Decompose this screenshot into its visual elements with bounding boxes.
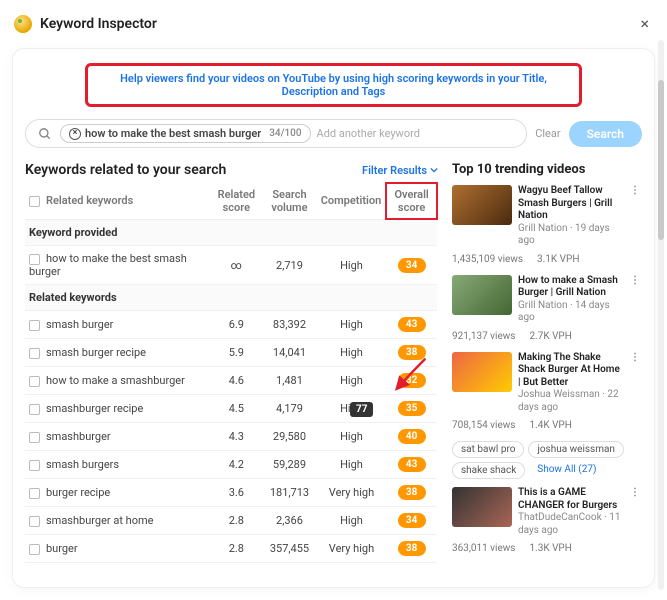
suggestion-tag[interactable]: sat bawl pro (452, 441, 524, 458)
info-banner: Help viewers find your videos on YouTube… (85, 63, 582, 107)
row-checkbox[interactable] (29, 254, 40, 265)
overall-score-pill: 43 (398, 317, 426, 332)
video-title: Wagyu Beef Tallow Smash Burgers | Grill … (518, 185, 622, 223)
row-checkbox[interactable] (29, 488, 40, 499)
annotation-arrow (387, 357, 427, 397)
results-title: Keywords related to your search (25, 162, 226, 178)
row-checkbox[interactable] (29, 320, 40, 331)
video-thumbnail[interactable] (452, 275, 512, 315)
keywords-table: Related keywords Related score Search vo… (25, 182, 438, 563)
keyword-text: smash burgers (46, 458, 119, 471)
video-menu-icon[interactable]: ⋮ (628, 275, 642, 325)
search-placeholder[interactable]: Add another keyword (317, 127, 517, 140)
keyword-text: burger recipe (46, 486, 110, 499)
trending-title: Top 10 trending videos (452, 162, 642, 177)
table-row[interactable]: smashburger recipe4.54,179High35 (25, 395, 437, 423)
trending-video[interactable]: Wagyu Beef Tallow Smash Burgers | Grill … (452, 185, 642, 248)
trending-video[interactable]: Making The Shake Shack Burger At Home | … (452, 352, 642, 415)
suggestion-tag[interactable]: joshua weissman (528, 441, 624, 458)
row-checkbox[interactable] (29, 404, 40, 415)
video-stats: 363,011 views1.3K VPH (452, 543, 642, 554)
video-thumbnail[interactable] (452, 352, 512, 392)
video-menu-icon[interactable]: ⋮ (628, 352, 642, 415)
chip-remove-icon[interactable]: × (69, 128, 81, 140)
close-button[interactable]: × (636, 10, 653, 37)
overall-score-pill: 35 (398, 401, 426, 416)
keyword-text: how to make a smashburger (46, 374, 185, 387)
row-checkbox[interactable] (29, 460, 40, 471)
keyword-text: smashburger (46, 430, 111, 443)
table-row[interactable]: burger recipe3.6181,713Very high38 (25, 479, 437, 507)
overall-score-pill: 40 (398, 429, 426, 444)
row-checkbox[interactable] (29, 544, 40, 555)
video-channel: Joshua Weissman · 22 days ago (518, 389, 622, 414)
video-thumbnail[interactable] (452, 185, 512, 225)
table-row[interactable]: smash burgers4.259,289High43 (25, 451, 437, 479)
score-tooltip: 77 (350, 402, 373, 417)
keyword-text: how to make the best smash burger (29, 252, 187, 278)
overall-score-pill: 34 (398, 258, 426, 273)
subheader-related: Related keywords (25, 285, 437, 311)
table-row[interactable]: smash burger6.983,392High43 (25, 311, 437, 339)
video-title: Making The Shake Shack Burger At Home | … (518, 352, 622, 390)
video-thumbnail[interactable] (452, 487, 512, 527)
scrollbar-thumb[interactable] (658, 80, 664, 240)
table-row[interactable]: how to make the best smash burger∞2,719H… (25, 246, 437, 285)
chip-count: 34/100 (269, 128, 301, 139)
overall-score-pill: 38 (398, 485, 426, 500)
suggestion-tags: sat bawl projoshua weissmanshake shackSh… (452, 441, 642, 479)
search-button[interactable]: Search (569, 121, 642, 147)
scrollbar-track[interactable] (658, 40, 664, 590)
video-stats: 1,435,109 views3.1K VPH (452, 254, 642, 265)
col-related-score[interactable]: Related score (210, 183, 262, 219)
keyword-text: smashburger recipe (46, 402, 143, 415)
video-stats: 921,137 views2.7K VPH (452, 331, 642, 342)
col-search-volume[interactable]: Search volume (262, 183, 316, 219)
video-channel: Grill Nation · 19 days ago (518, 223, 622, 248)
row-checkbox[interactable] (29, 516, 40, 527)
logo-icon (14, 15, 32, 33)
table-row[interactable]: smash burger recipe5.914,041High38 (25, 339, 437, 367)
row-checkbox[interactable] (29, 376, 40, 387)
keyword-chip[interactable]: × how to make the best smash burger 34/1… (60, 124, 311, 143)
col-competition[interactable]: Competition (317, 183, 387, 219)
video-channel: Grill Nation · 14 days ago (518, 300, 622, 325)
video-menu-icon[interactable]: ⋮ (628, 487, 642, 537)
row-checkbox[interactable] (29, 348, 40, 359)
table-row[interactable]: burger2.8357,455Very high38 (25, 535, 437, 563)
video-menu-icon[interactable]: ⋮ (628, 185, 642, 248)
overall-score-pill: 38 (398, 541, 426, 556)
search-box[interactable]: × how to make the best smash burger 34/1… (25, 119, 527, 148)
chevron-down-icon (430, 166, 438, 174)
col-related-keywords[interactable]: Related keywords (25, 183, 210, 219)
suggestion-tag[interactable]: shake shack (452, 462, 525, 479)
trending-video[interactable]: This is a GAME CHANGER for Burgers ThatD… (452, 487, 642, 537)
table-row[interactable]: smashburger4.329,580High40 (25, 423, 437, 451)
chip-text: how to make the best smash burger (85, 127, 261, 140)
show-all-link[interactable]: Show All (27) (529, 462, 604, 479)
video-title: This is a GAME CHANGER for Burgers (518, 487, 622, 512)
keyword-text: smash burger (46, 318, 113, 331)
trending-video[interactable]: How to make a Smash Burger | Grill Natio… (452, 275, 642, 325)
video-stats: 708,154 views1.4K VPH (452, 420, 642, 431)
col-overall-score[interactable]: Overall score (386, 183, 437, 219)
video-title: How to make a Smash Burger | Grill Natio… (518, 275, 622, 300)
table-row[interactable]: smashburger at home2.82,366High34 (25, 507, 437, 535)
select-all-checkbox[interactable] (29, 196, 40, 207)
overall-score-pill: 34 (398, 513, 426, 528)
overall-score-pill: 43 (398, 457, 426, 472)
table-row[interactable]: how to make a smashburger4.61,481High32 (25, 367, 437, 395)
clear-button[interactable]: Clear (535, 127, 560, 140)
filter-results-link[interactable]: Filter Results (362, 164, 438, 177)
keyword-text: smashburger at home (46, 514, 154, 527)
subheader-provided: Keyword provided (25, 219, 437, 246)
search-icon (36, 125, 54, 143)
keyword-text: burger (46, 542, 78, 555)
modal-title: Keyword Inspector (40, 16, 157, 32)
keyword-text: smash burger recipe (46, 346, 146, 359)
video-channel: ThatDudeCanCook · 11 days ago (518, 512, 622, 537)
row-checkbox[interactable] (29, 432, 40, 443)
